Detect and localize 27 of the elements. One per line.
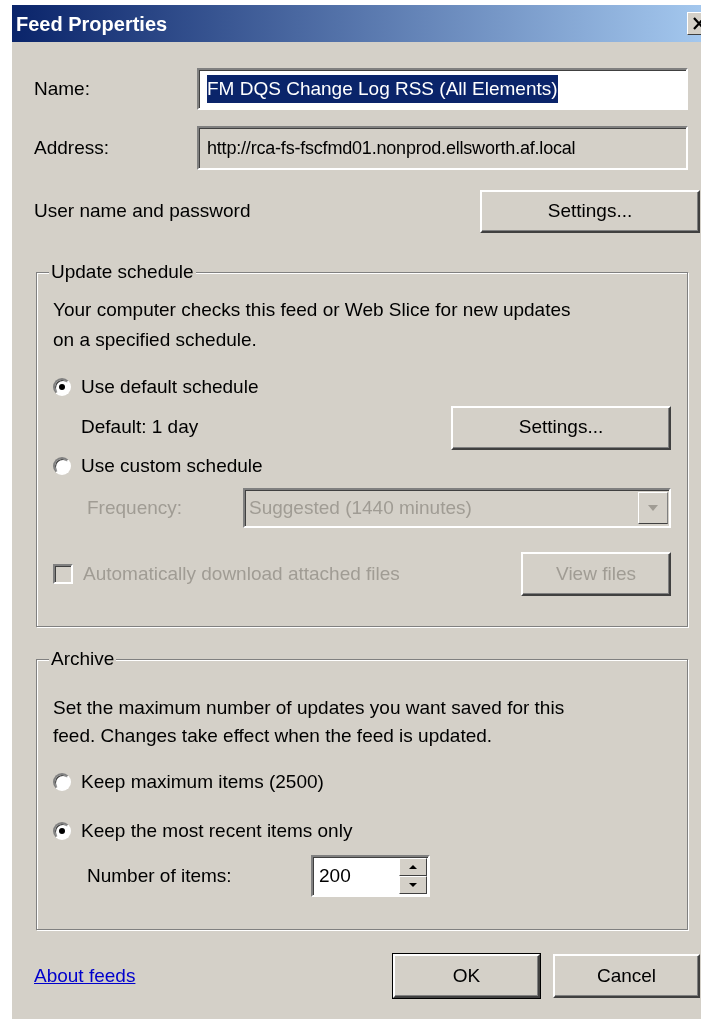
archive-description: Set the maximum number of updates you want saved for this feed. Changes take effect when the feed is updated. (53, 696, 566, 748)
radio-button[interactable] (53, 378, 71, 397)
address-value: http://rca-fs-fscfmd01.nonprod.ellsworth.af.local (207, 136, 576, 160)
schedule-description: Your computer checks this feed or Web Slice for new updates on a specified schedule. (53, 298, 572, 352)
credentials-label: User name and password (34, 199, 251, 224)
radio-button[interactable] (53, 456, 71, 475)
address-label: Address: (34, 135, 110, 160)
radio-label: Keep the most recent items only (81, 818, 353, 843)
about-feeds-link[interactable]: About feeds (34, 961, 136, 991)
number-value: 200 (319, 863, 351, 888)
name-field[interactable]: FM DQS Change Log RSS (All Elements) (197, 68, 688, 110)
window-title: Feed Properties (16, 11, 168, 37)
settings-button[interactable]: Settings... (451, 405, 671, 450)
radio-label: Keep maximum items (2500) (81, 770, 324, 794)
default-text: Default: 1 day (81, 415, 199, 440)
number-spinner[interactable]: 200 (311, 855, 430, 897)
radio-label: Use custom schedule (81, 453, 263, 478)
radio-label: Use default schedule (81, 375, 259, 399)
spinner-arrows-icon[interactable] (399, 858, 427, 894)
ok-button[interactable]: OK (393, 954, 540, 998)
radio-button[interactable] (53, 821, 71, 840)
name-label: Name: (34, 76, 91, 101)
radio-button[interactable] (53, 773, 71, 792)
number-label: Number of items: (87, 863, 233, 888)
settings-button[interactable]: Settings... (480, 190, 700, 233)
cancel-button[interactable]: Cancel (553, 954, 700, 998)
name-value: FM DQS Change Log RSS (All Elements) (207, 74, 558, 104)
